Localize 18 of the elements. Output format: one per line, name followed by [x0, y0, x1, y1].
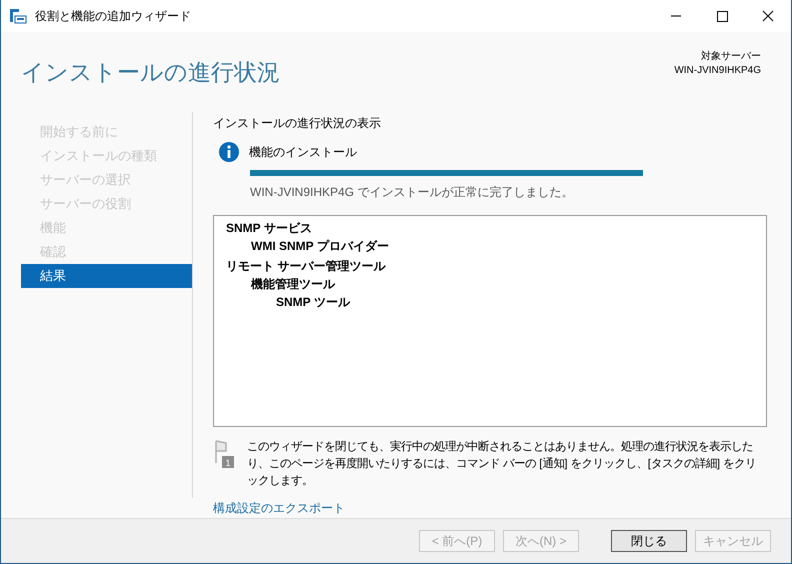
- target-server-label: 対象サーバー: [700, 50, 761, 64]
- info-icon: [219, 142, 239, 162]
- result-item: WMI SNMP プロバイダー: [251, 238, 390, 255]
- target-server-name: WIN-JVIN9IHKP4G: [674, 64, 761, 78]
- status-message: WIN-JVIN9IHKP4G でインストールが正常に完了しました。: [250, 184, 574, 201]
- page-title: インストールの進行状況: [21, 58, 280, 86]
- wizard-step[interactable]: 結果: [21, 264, 192, 288]
- section-heading: インストールの進行状況の表示: [213, 115, 382, 132]
- app-icon: [9, 8, 27, 24]
- result-item: SNMP ツール: [276, 294, 352, 311]
- wizard-button[interactable]: 閉じる: [611, 530, 687, 552]
- result-item: SNMP サービス: [226, 220, 313, 237]
- info-note: このウィザードを閉じても、実行中の処理が中断されることはありません。処理の進行状況を表示したり、このページを再度開いたりするには、コマンド バーの [通知] をクリックし、[タスクの詳細] をクリックします。: [247, 439, 758, 489]
- result-item: リモート サーバー管理ツール: [226, 258, 387, 275]
- export-link[interactable]: 構成設定のエクスポート: [213, 500, 345, 517]
- window-title: 役割と機能の追加ウィザード: [35, 8, 191, 24]
- status-title: 機能のインストール: [249, 144, 357, 160]
- result-item: 機能管理ツール: [251, 276, 336, 293]
